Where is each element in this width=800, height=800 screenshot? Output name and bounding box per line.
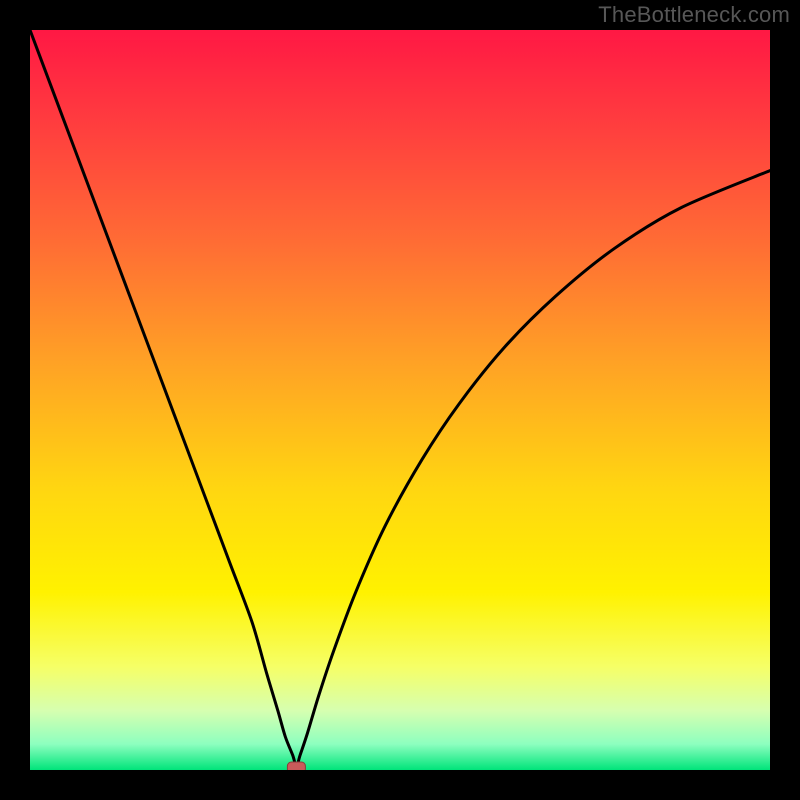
watermark-text: TheBottleneck.com [598,2,790,28]
chart-frame: TheBottleneck.com [0,0,800,800]
chart-plot-area [30,30,770,770]
chart-svg [30,30,770,770]
gradient-background [30,30,770,770]
minimum-marker [287,762,305,770]
